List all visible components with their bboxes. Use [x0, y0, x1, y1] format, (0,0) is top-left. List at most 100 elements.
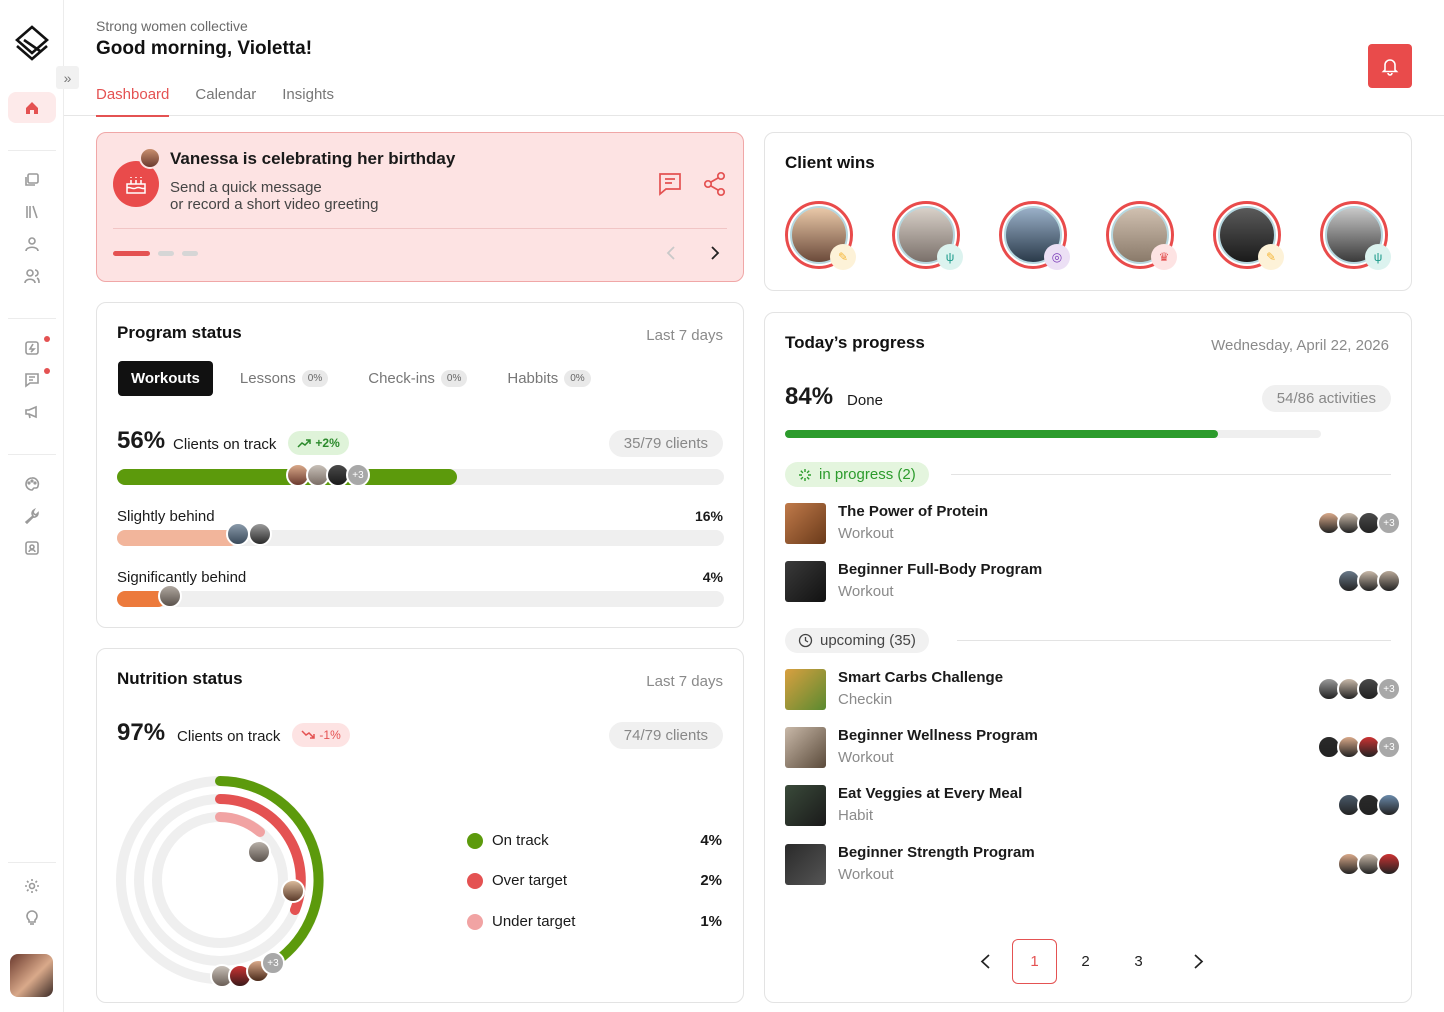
utensils-icon: ψ [937, 244, 963, 270]
tab-lessons[interactable]: Lessons 0% [227, 361, 341, 396]
avatar [226, 522, 250, 546]
carousel-dot[interactable] [158, 251, 174, 256]
user-avatar[interactable] [10, 954, 53, 997]
chevron-right-icon[interactable] [709, 245, 721, 261]
sidebar-item-client[interactable] [22, 234, 42, 254]
activity-item[interactable]: Beginner Strength Program Workout [785, 844, 1401, 888]
trend-badge: -1% [292, 723, 350, 747]
client-wins-card: Client wins ✎ ψ ◎ ♛ ✎ ψ [764, 132, 1412, 291]
tab-badge: 0% [301, 370, 329, 387]
nutrition-status-title: Nutrition status [117, 669, 243, 688]
loader-icon [799, 468, 811, 481]
page-3-button[interactable]: 3 [1116, 939, 1161, 984]
activities-count: 54/86 activities [1261, 385, 1391, 412]
participant-avatars [1303, 569, 1401, 595]
program-tabs: Workouts Lessons 0% Check-ins 0% Habbits 0% [118, 361, 618, 396]
sidebar-item-tips[interactable] [22, 908, 42, 928]
carousel-dot[interactable] [113, 251, 150, 256]
progress-fill [785, 430, 1218, 438]
activity-item[interactable]: Eat Veggies at Every Meal Habit [785, 785, 1401, 829]
client-win-avatar[interactable]: ✎ [785, 201, 856, 270]
notification-dot [44, 368, 50, 374]
activity-name: The Power of Protein [838, 503, 989, 520]
tab-insights[interactable]: Insights [282, 86, 334, 117]
activity-item[interactable]: Beginner Wellness Program Workout +3 [785, 727, 1401, 771]
tab-bar: Dashboard Calendar Insights [96, 86, 334, 117]
tab-habbits[interactable]: Habbits 0% [494, 361, 603, 396]
client-wins-title: Client wins [785, 153, 875, 172]
client-win-avatar[interactable]: ψ [1320, 201, 1391, 270]
client-win-avatar[interactable]: ◎ [999, 201, 1070, 270]
legend-dot [467, 913, 483, 930]
lightbulb-icon [26, 910, 38, 925]
sidebar-item-announcements[interactable] [22, 402, 42, 422]
notifications-button[interactable] [1368, 44, 1412, 88]
chevron-left-icon[interactable] [963, 939, 1008, 984]
tab-calendar[interactable]: Calendar [195, 86, 256, 117]
divider [951, 474, 1391, 475]
message-icon[interactable] [657, 171, 683, 197]
client-win-avatar[interactable]: ♛ [1106, 201, 1177, 270]
sidebar-item-programs[interactable] [22, 170, 42, 190]
activity-item[interactable]: Smart Carbs Challenge Checkin +3 [785, 669, 1401, 713]
megaphone-icon [25, 405, 37, 419]
upcoming-section[interactable]: upcoming (35) [785, 628, 929, 653]
tab-dashboard[interactable]: Dashboard [96, 86, 170, 117]
participant-avatars [1303, 852, 1401, 878]
sidebar-item-contacts[interactable] [22, 538, 42, 558]
legend-label: On track [492, 832, 549, 849]
sidebar-item-branding[interactable] [22, 474, 42, 494]
trend-down-icon [301, 730, 316, 739]
activity-name: Beginner Strength Program [838, 844, 1035, 861]
progress-track [117, 591, 724, 607]
birthday-line-2: or record a short video greeting [170, 196, 379, 213]
tab-badge: 0% [440, 370, 468, 387]
tab-workouts[interactable]: Workouts [118, 361, 213, 396]
sidebar-item-clients[interactable] [22, 266, 42, 286]
chevron-left-icon[interactable] [665, 245, 677, 261]
page-1-button[interactable]: 1 [1012, 939, 1057, 984]
avatar [1377, 852, 1401, 876]
more-avatars-badge: +3 [1377, 677, 1401, 701]
activity-item[interactable]: The Power of Protein Workout +3 [785, 503, 1401, 547]
todays-progress-card: Today’s progress Wednesday, April 22, 20… [764, 312, 1412, 1003]
activity-item[interactable]: Beginner Full-Body Program Workout [785, 561, 1401, 605]
activity-type: Checkin [838, 691, 893, 708]
legend-dot [467, 872, 483, 889]
legend-under-target: Under target 1% [467, 913, 722, 930]
tab-check-ins[interactable]: Check-ins 0% [355, 361, 480, 396]
legend-value: 1% [700, 913, 722, 930]
tag-icon: ✎ [1258, 244, 1284, 270]
program-status-title: Program status [117, 323, 242, 342]
more-avatars-badge: +3 [1377, 511, 1401, 535]
period-label: Last 7 days [646, 673, 723, 690]
clock-icon [798, 633, 813, 648]
carousel-dots [113, 251, 198, 256]
carousel-dot[interactable] [182, 251, 198, 256]
on-track-percent: 56% [117, 427, 166, 454]
sidebar-item-settings[interactable] [22, 876, 42, 896]
activity-name: Smart Carbs Challenge [838, 669, 1004, 686]
in-progress-section[interactable]: in progress (2) [785, 462, 929, 487]
share-icon[interactable] [703, 171, 727, 197]
chevron-right-icon[interactable] [1176, 939, 1221, 984]
expand-sidebar-button[interactable]: » [56, 66, 79, 89]
sidebar-item-home[interactable] [8, 92, 56, 123]
sidebar-item-activity[interactable] [22, 338, 42, 358]
legend-value: 4% [700, 832, 722, 849]
activity-type: Workout [838, 583, 894, 600]
sidebar-item-messages[interactable] [22, 370, 42, 390]
org-name: Strong women collective [96, 18, 248, 34]
activity-name: Beginner Full-Body Program [838, 561, 1043, 578]
tab-label: Workouts [131, 370, 200, 387]
client-win-avatar[interactable]: ✎ [1213, 201, 1284, 270]
row-label: Slightly behind [117, 508, 215, 525]
client-win-avatar[interactable]: ψ [892, 201, 963, 270]
participant-avatars: +3 [1303, 677, 1401, 703]
program-status-card: Program status Last 7 days Workouts Less… [96, 302, 744, 628]
sidebar-item-library[interactable] [22, 202, 42, 222]
page-2-button[interactable]: 2 [1063, 939, 1108, 984]
done-label: Done [847, 391, 883, 409]
avatar [281, 879, 305, 903]
sidebar-item-tools[interactable] [22, 506, 42, 526]
